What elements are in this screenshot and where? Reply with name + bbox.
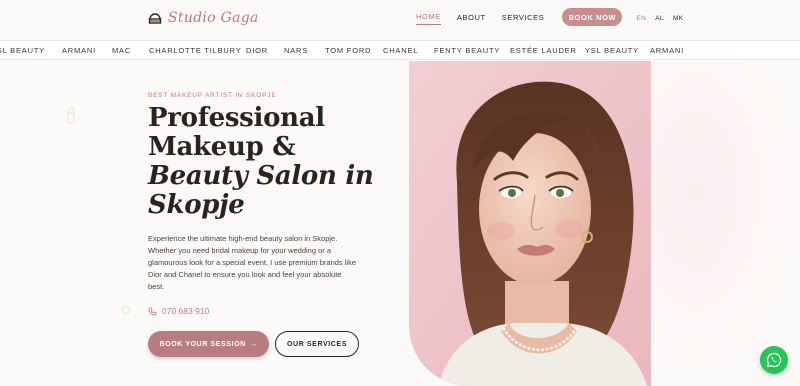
whatsapp-button[interactable] [760,346,788,374]
portrait-illustration [409,61,651,386]
site-header: Studio Gaga HOME ABOUT SERVICES BOOK NOW… [0,0,800,40]
book-now-button[interactable]: BOOK NOW [562,8,623,26]
book-session-button[interactable]: BOOK YOUR SESSION → [148,331,269,357]
brand-item: CHARLOTTE TILBURY [149,46,242,55]
lipstick-outline-icon [67,106,75,124]
lang-al[interactable]: AL [655,15,664,22]
phone-number: 070 683 910 [162,306,210,316]
logo[interactable]: Studio Gaga [148,10,259,26]
brand-item: CHANEL [383,46,419,55]
hero-title-line: Skopje [148,190,245,220]
hero-title-line: Professional [148,103,325,133]
sparkle-outline-icon [121,305,131,315]
nav-about[interactable]: ABOUT [457,13,486,25]
hero-portrait-image [409,61,651,386]
brand-item: ARMANI [650,46,684,55]
hero-title: Professional Makeup & Beauty Salon in Sk… [148,104,374,220]
hero-background-glow [651,61,800,386]
brand-item: DIOR [246,46,268,55]
hero-description: Experience the ultimate high-end beauty … [148,234,357,291]
hero-eyebrow: BEST MAKEUP ARTIST IN SKOPJE [148,92,277,99]
logo-text: Studio Gaga [168,10,259,26]
hero-title-line: Makeup & [148,132,296,162]
book-session-label: BOOK YOUR SESSION [159,340,246,348]
brand-item: TOM FORD [325,46,372,55]
brand-item: MAC [112,46,132,55]
lang-mk[interactable]: MK [673,15,684,22]
phone-link[interactable]: 070 683 910 [148,306,209,316]
nav-services[interactable]: SERVICES [502,13,545,25]
lang-en[interactable]: EN [636,15,646,22]
brand-item: YSL BEAUTY [0,46,45,55]
arrow-right-icon: → [249,340,258,348]
brand-item: FENTY BEAUTY [434,46,501,55]
brand-marquee: YSL BEAUTY ARMANI MAC CHARLOTTE TILBURY … [0,40,800,60]
brand-item: ESTÉE LAUDER [510,46,577,55]
nav-home[interactable]: HOME [416,12,441,25]
hero-title-line: Beauty Salon in [148,161,374,191]
mirror-icon [148,13,162,24]
brand-item: YSL BEAUTY [585,46,639,55]
phone-icon [148,306,157,316]
brand-item: NARS [284,46,309,55]
whatsapp-icon [766,352,782,368]
our-services-button[interactable]: OUR SERVICES [275,331,359,357]
brand-item: ARMANI [62,46,96,55]
main-nav: HOME ABOUT SERVICES BOOK NOW EN AL MK [416,8,684,26]
language-switcher: EN AL MK [636,15,683,22]
